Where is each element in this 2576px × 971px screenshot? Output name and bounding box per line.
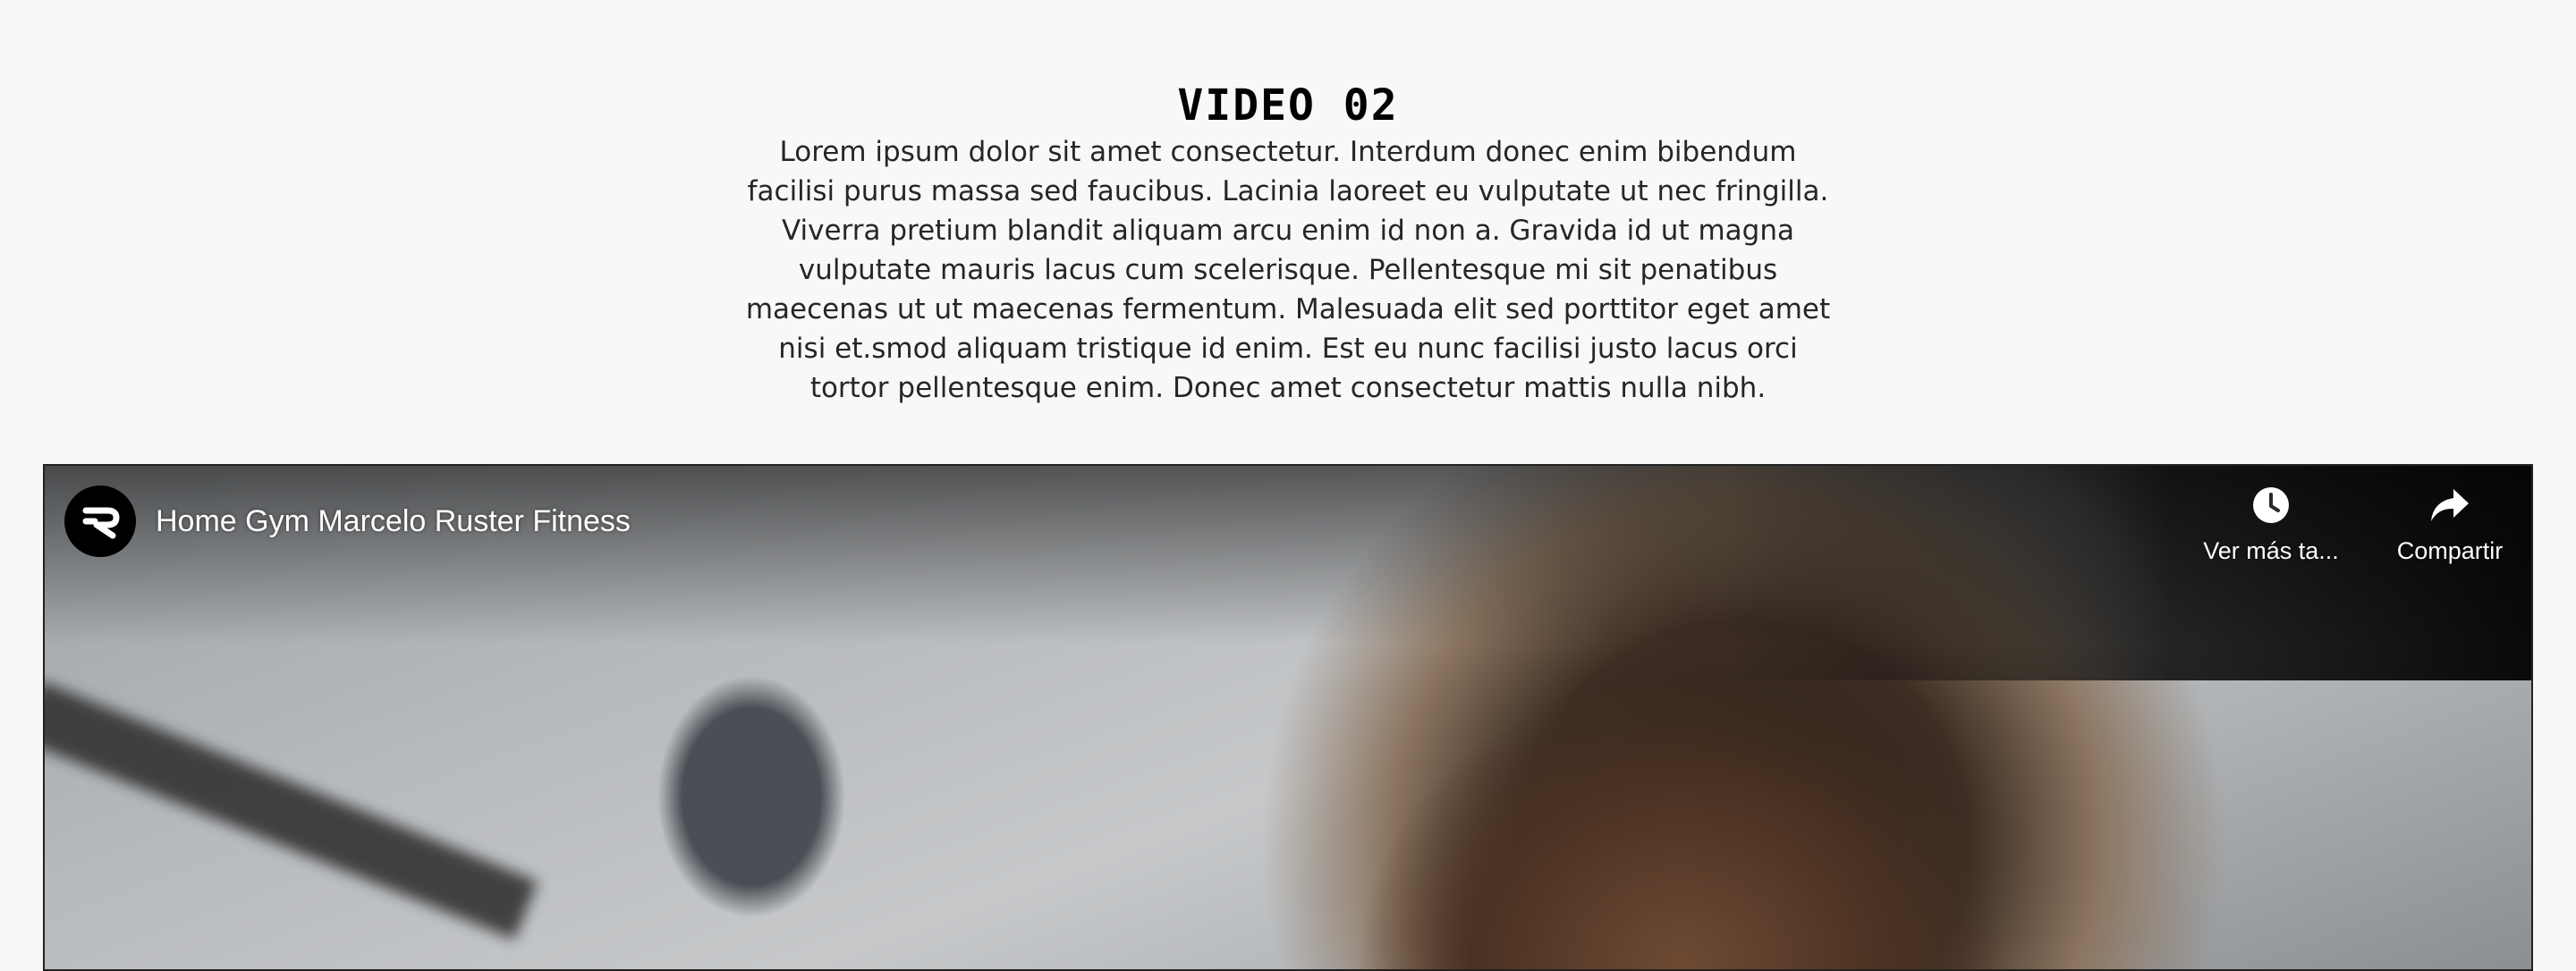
- section-title: VIDEO 02: [1177, 80, 1399, 131]
- share-button[interactable]: Compartir: [2383, 484, 2517, 566]
- channel-logo-icon: [82, 507, 120, 539]
- watch-later-button[interactable]: Ver más ta...: [2203, 484, 2339, 566]
- watch-later-label: Ver más ta...: [2203, 537, 2339, 564]
- video-section-header: VIDEO 02 Lorem ipsum dolor sit amet cons…: [0, 79, 2576, 408]
- clock-icon: [2250, 484, 2292, 527]
- channel-avatar[interactable]: [64, 486, 136, 557]
- share-label: Compartir: [2396, 537, 2504, 564]
- share-arrow-icon: [2428, 484, 2471, 527]
- video-title[interactable]: Home Gym Marcelo Ruster Fitness: [156, 502, 631, 541]
- section-description: Lorem ipsum dolor sit amet consectetur. …: [745, 136, 1831, 404]
- video-player[interactable]: Home Gym Marcelo Ruster Fitness Ver más …: [43, 464, 2533, 971]
- video-top-overlay: [45, 466, 2531, 645]
